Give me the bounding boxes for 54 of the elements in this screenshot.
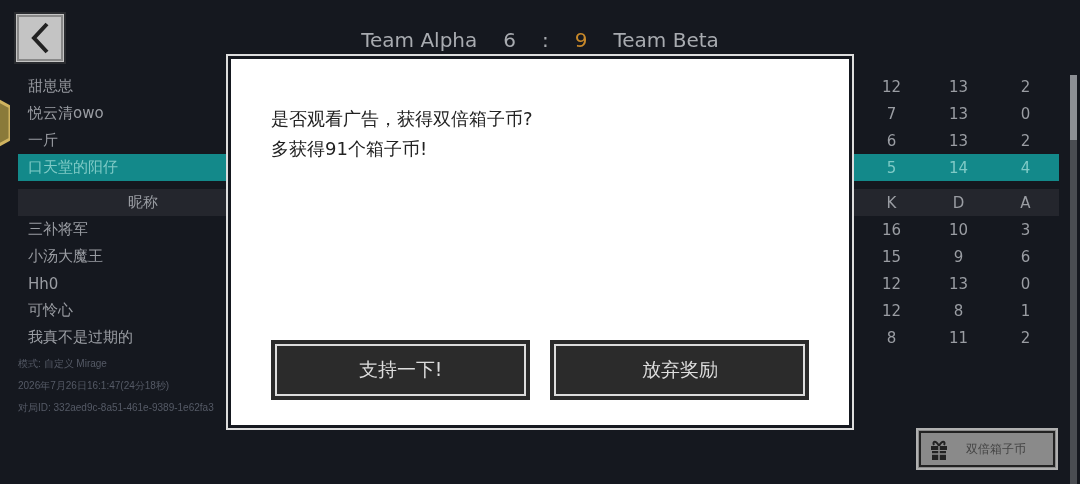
team-name: Team Alpha bbox=[360, 28, 479, 52]
column-header: D bbox=[951, 193, 966, 212]
team-score: 6 bbox=[502, 28, 517, 52]
player-name: 三补将军 bbox=[28, 220, 88, 239]
assists-cell-text: 0 bbox=[1019, 274, 1032, 293]
dialog-message: 是否观看广告，获得双倍箱子币? bbox=[271, 107, 534, 131]
deaths-cell-text: 11 bbox=[947, 328, 970, 347]
deaths-cell-text: 9 bbox=[952, 247, 965, 266]
player-name: 甜崽崽 bbox=[28, 77, 73, 96]
deaths-cell-text: 14 bbox=[947, 158, 970, 177]
deaths-cell-text: 8 bbox=[952, 301, 965, 320]
assists-cell-text: 6 bbox=[1019, 247, 1032, 266]
gift-icon bbox=[928, 438, 950, 460]
player-name: 我真不是过期的 bbox=[28, 328, 133, 347]
kills-cell-text: 12 bbox=[880, 274, 903, 293]
deaths-cell-text: 13 bbox=[947, 274, 970, 293]
assists-cell-text: 2 bbox=[1019, 328, 1032, 347]
kills-cell-text: 6 bbox=[885, 131, 898, 150]
assists-cell-text: 1 bbox=[1019, 301, 1032, 320]
support-button[interactable]: 支持一下! bbox=[271, 340, 530, 400]
assists-cell-text: 2 bbox=[1019, 131, 1032, 150]
team-name: Team Beta bbox=[612, 28, 720, 52]
score-separator: : bbox=[541, 28, 550, 52]
deaths-cell-text: 13 bbox=[947, 77, 970, 96]
player-name: 可怜心 bbox=[28, 301, 73, 320]
assists-cell-text: 0 bbox=[1019, 104, 1032, 123]
scrollbar[interactable] bbox=[1070, 75, 1077, 484]
dialog-message: 多获得91个箱子币! bbox=[271, 137, 429, 161]
player-name: Hh0 bbox=[28, 274, 59, 293]
kills-cell-text: 12 bbox=[880, 301, 903, 320]
kills-cell-text: 15 bbox=[880, 247, 903, 266]
kills-cell-text: 5 bbox=[885, 158, 898, 177]
match-info: 对局ID: 332aed9c-8a51-461e-9389-1e62fa3 bbox=[18, 401, 214, 415]
kills-cell-text: 7 bbox=[885, 104, 898, 123]
deaths-cell-text: 13 bbox=[947, 131, 970, 150]
back-button[interactable] bbox=[14, 12, 66, 64]
kills-cell-text: 16 bbox=[880, 220, 903, 239]
kills-cell-text: 8 bbox=[885, 328, 898, 347]
player-name: 口天堂的阳仔 bbox=[28, 158, 118, 177]
column-header: K bbox=[885, 193, 898, 212]
column-header: A bbox=[1019, 193, 1032, 212]
deaths-cell-text: 10 bbox=[947, 220, 970, 239]
team-score: 9 bbox=[573, 28, 589, 52]
assists-cell-text: 2 bbox=[1019, 77, 1032, 96]
scrollbar-thumb[interactable] bbox=[1070, 75, 1077, 140]
assists-cell-text: 4 bbox=[1019, 158, 1032, 177]
player-name: 小汤大魔王 bbox=[28, 247, 103, 266]
match-info: 模式: 自定义 Mirage bbox=[18, 357, 107, 371]
back-icon bbox=[29, 21, 51, 55]
decline-button[interactable]: 放弃奖励 bbox=[550, 340, 809, 400]
assists-cell-text: 3 bbox=[1019, 220, 1032, 239]
deaths-cell-text: 13 bbox=[947, 104, 970, 123]
column-header: 昵称 bbox=[127, 193, 159, 212]
kills-cell-text: 12 bbox=[880, 77, 903, 96]
